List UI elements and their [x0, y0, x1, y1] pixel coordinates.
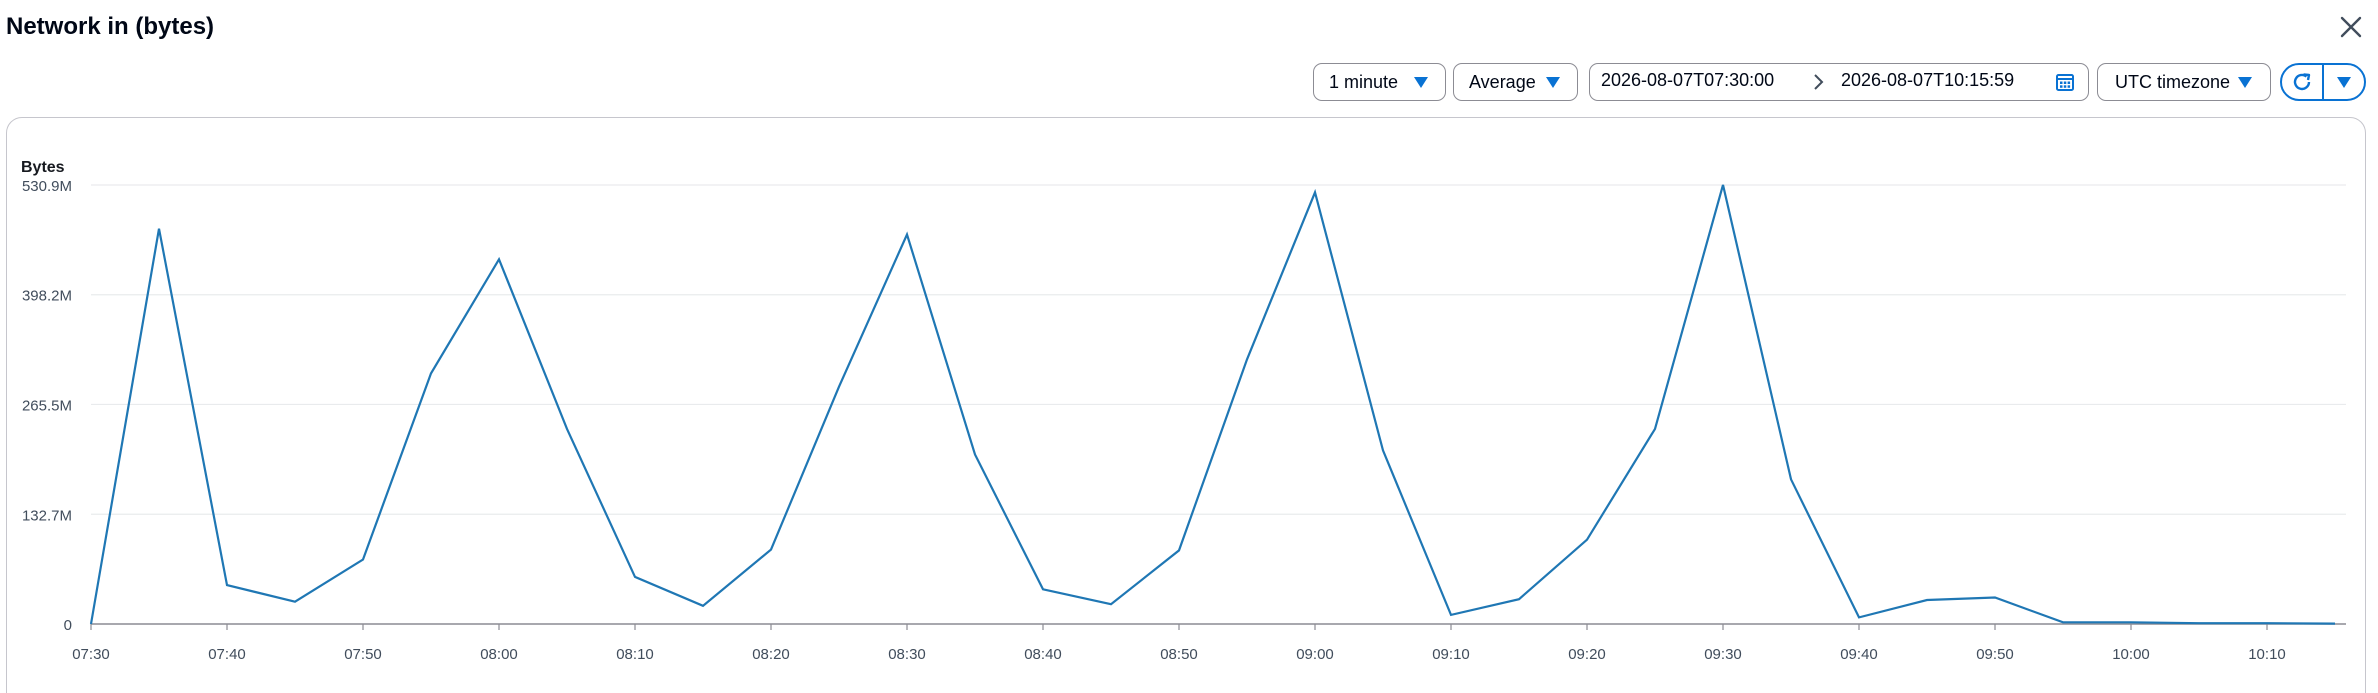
start-time-value: 2026-08-07T07:30:00 — [1601, 70, 1775, 90]
statistic-select[interactable]: Average — [1453, 63, 1578, 101]
caret-down-icon — [2337, 76, 2351, 88]
period-select[interactable]: 1 minute — [1313, 63, 1446, 101]
chart-panel — [6, 117, 2366, 693]
caret-down-icon — [1546, 77, 1560, 88]
statistic-select-value: Average — [1469, 71, 1536, 92]
caret-down-icon — [1414, 77, 1428, 88]
close-button[interactable] — [2334, 10, 2368, 44]
refresh-interval-dropdown[interactable] — [2324, 65, 2364, 99]
end-time-value: 2026-08-07T10:15:59 — [1841, 70, 2015, 90]
metric-detail-view: Network in (bytes) 1 minute Average 2026… — [0, 0, 2378, 693]
close-icon — [2340, 16, 2362, 38]
date-range-picker[interactable]: 2026-08-07T07:30:00 2026-08-07T10:15:59 — [1589, 63, 2089, 101]
caret-down-icon — [2238, 77, 2252, 88]
chevron-right-icon — [1814, 74, 1824, 90]
refresh-split-button — [2280, 63, 2366, 101]
refresh-icon — [2293, 73, 2311, 91]
timezone-select-value: UTC timezone — [2115, 71, 2231, 92]
period-select-value: 1 minute — [1329, 71, 1399, 92]
refresh-button[interactable] — [2282, 65, 2322, 99]
page-title: Network in (bytes) — [6, 13, 215, 40]
calendar-icon[interactable] — [2056, 73, 2074, 91]
timezone-select[interactable]: UTC timezone — [2097, 63, 2271, 101]
